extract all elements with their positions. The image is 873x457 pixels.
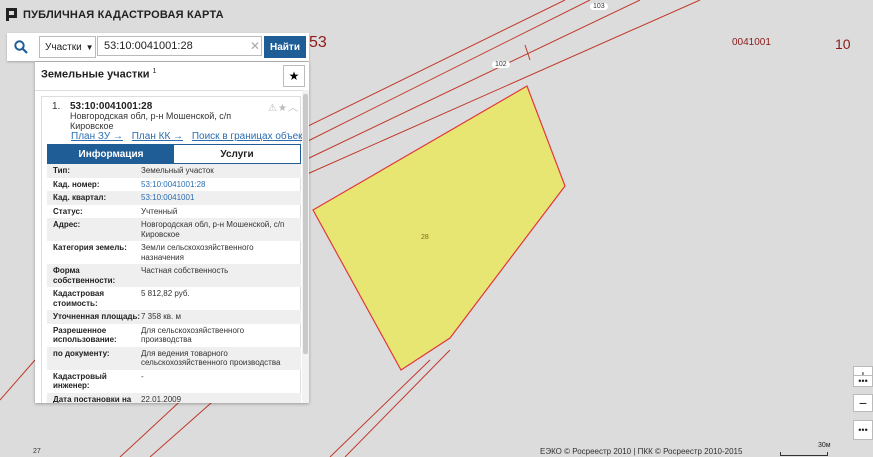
panel-title: Земельные участки 1 [41,68,157,81]
info-row: Адрес: Новгородская обл, р-н Мошенской, с… [47,218,301,241]
info-key: Категория земель: [53,243,127,252]
info-key: Кад. квартал: [53,193,107,202]
star-outline-icon[interactable]: ★ [278,103,288,114]
rosreestr-logo-icon [6,8,17,21]
info-value: Учтенный [141,206,178,216]
search-icon[interactable] [7,33,35,61]
result-card: 1. 53:10:0041001:28 Новгородская обл, р-… [41,96,309,403]
road-label-102: 102 [492,61,510,68]
info-key: Форма собственности: [53,266,116,285]
search-in-bounds-link[interactable]: Поиск в границах объекта → [192,131,309,142]
search-type-label: Участки [45,41,82,53]
info-value: Новгородская обл, р-н Мошенской, с/п Кир… [141,220,285,239]
info-value: 22.01.2009 [141,394,182,404]
result-tabs: Информация Услуги [47,144,301,164]
info-row: Статус: Учтенный [47,205,301,219]
info-row: Форма собственности: Частная собственност… [47,264,301,287]
info-value: Земли сельскохозяйственного назначения [141,243,254,262]
info-key: Разрешенное использование: [53,325,117,345]
parcel-label-27: 27 [33,448,41,455]
parcel-label-28: 28 [421,234,429,241]
info-key: Статус: [53,206,83,216]
info-key: Кадастровая стоимость: [53,289,105,308]
info-key: Тип: [53,166,70,175]
panel-scrollbar[interactable] [302,90,309,403]
scrollbar-thumb[interactable] [303,94,308,354]
quarter-label-10: 10 [835,36,851,52]
clear-icon[interactable]: ✕ [250,39,260,53]
card-actions: ⚠★︿ [268,99,299,114]
quarter-label-53: 53 [309,34,327,51]
info-key: по документу: [53,348,110,358]
info-row: Дата постановки на учет: 22.01.2009 [47,392,301,404]
road-label-103: 103 [590,3,608,10]
info-value: Частная собственность [141,266,229,275]
warning-icon[interactable]: ⚠ [268,103,278,114]
info-row: Кад. квартал: 53:10:0041001 [47,191,301,205]
info-row: Категория земель: Земли сельскохозяйствен… [47,241,301,264]
star-icon: ★ [288,69,300,83]
info-key: Уточненная площадь: [53,312,141,321]
result-count: 1 [152,68,157,75]
more-tools-button-top[interactable]: ••• [853,375,873,387]
info-value: Земельный участок [141,166,214,175]
info-value: 5 812,82 руб. [141,289,190,298]
quarter-label-0041001: 0041001 [732,37,771,48]
result-index: 1. [52,101,61,112]
info-table: Тип: Земельный участок Кад. номер: 53:10:00… [47,164,301,403]
tab-information[interactable]: Информация [48,145,174,163]
search-type-select[interactable]: Участки ▼ [39,36,96,58]
info-key: Дата постановки на учет: [53,394,132,404]
scale-text: 30м [818,442,831,449]
app-logo[interactable]: ПУБЛИЧНАЯ КАДАСТРОВАЯ КАРТА [6,8,224,21]
info-key: Адрес: [53,220,81,229]
info-row: Уточненная площадь: 7 358 кв. м [47,310,301,324]
copyright-text: ЕЭКО © Росреестр 2010 | ПКК © Росреестр … [540,447,743,456]
caret-down-icon: ▼ [85,42,94,52]
info-value: - [141,371,144,381]
scale-line [780,452,828,456]
search-input[interactable] [97,36,262,56]
info-row: Тип: Земельный участок [47,164,301,178]
find-button[interactable]: Найти [264,36,306,58]
favorite-button[interactable]: ★ [283,65,305,87]
info-row: Кадастровая стоимость: 5 812,82 руб. [47,287,301,310]
info-row: Разрешенное использование: Для сельскохоз… [47,324,301,347]
info-value: Для сельскохозяйственного производства [141,325,245,345]
plan-zu-link[interactable]: План ЗУ → [71,131,123,142]
app-title: ПУБЛИЧНАЯ КАДАСТРОВАЯ КАРТА [23,8,224,21]
info-key: Кад. номер: [53,179,100,189]
info-row: по документу: Для ведения товарного сельс… [47,346,301,370]
result-links: План ЗУ → План КК → Поиск в границах объ… [71,131,309,142]
results-panel: Земельные участки 1 ★ 1. 53:10:0041001:2… [35,62,309,403]
more-tools-button[interactable]: ••• [853,420,873,440]
tab-services[interactable]: Услуги [174,145,300,163]
plan-kk-link[interactable]: План КК → [132,131,183,142]
result-address: Новгородская обл, р-н Мошенской, с/п Кир… [70,111,232,131]
info-key: Кадастровый инженер: [53,371,107,391]
info-row: Кадастровый инженер: - [47,370,301,393]
info-value: Для ведения товарного сельскохозяйственн… [141,348,281,368]
info-row: Кад. номер: 53:10:0041001:28 [47,178,301,192]
collapse-icon[interactable]: ︿ [288,103,299,114]
zoom-out-button[interactable]: − [853,394,873,412]
info-value: 7 358 кв. м [141,312,181,321]
panel-header: Земельные участки 1 ★ [35,62,309,91]
search-bar: Участки ▼ ✕ Найти [7,33,309,61]
info-value[interactable]: 53:10:0041001:28 [141,180,301,190]
info-value[interactable]: 53:10:0041001 [141,193,301,203]
